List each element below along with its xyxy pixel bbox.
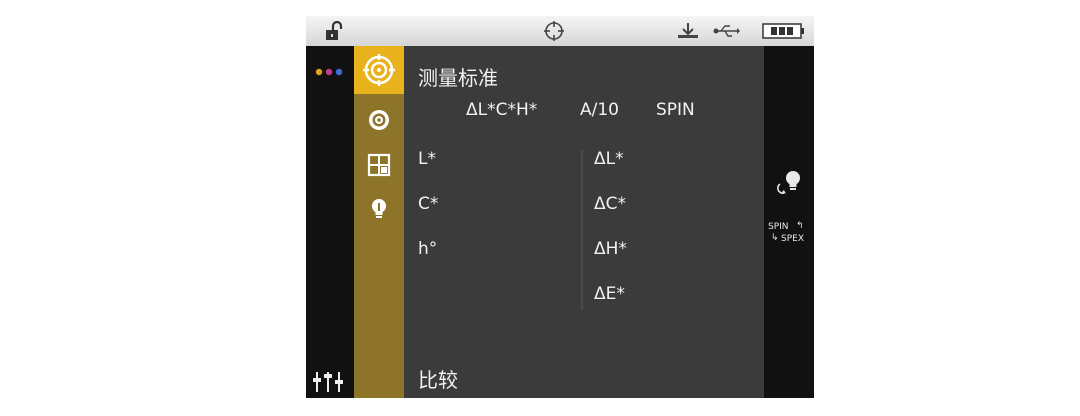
lightbulb-icon[interactable]	[367, 197, 391, 221]
column-divider	[581, 150, 583, 310]
sliders-icon[interactable]	[312, 370, 346, 394]
color-scale-label: ΔL*C*H*	[466, 100, 538, 120]
value-label-c: C*	[418, 194, 439, 214]
target-icon	[544, 21, 564, 41]
spin-arrow: ↰	[796, 221, 804, 231]
unlock-icon	[326, 21, 343, 40]
device-screen: 测量标准 ΔL*C*H* A/10 SPIN L* C* h° ΔL* ΔC* …	[306, 16, 814, 398]
spin-spex-toggle-icon[interactable]: SPIN ↰ ↳ SPEX	[768, 221, 812, 248]
delta-label-l: ΔL*	[594, 149, 624, 169]
right-sidebar: SPIN ↰ ↳ SPEX	[764, 46, 814, 398]
delta-label-h: ΔH*	[594, 239, 627, 259]
usb-icon	[713, 25, 740, 37]
tab-measure-standard[interactable]	[354, 46, 404, 94]
circle-target-icon[interactable]	[367, 108, 391, 132]
delta-label-c: ΔC*	[594, 194, 626, 214]
lightbulb-rotate-icon[interactable]	[776, 168, 804, 198]
tab-column	[354, 46, 404, 398]
status-bar	[306, 16, 814, 47]
battery-icon	[762, 23, 804, 39]
spex-label: SPEX	[781, 234, 804, 244]
page-title: 测量标准	[418, 66, 498, 90]
target-icon	[363, 54, 395, 86]
dots-menu-icon[interactable]	[314, 66, 346, 78]
mode-label: SPIN	[656, 100, 695, 120]
illuminant-label: A/10	[580, 100, 619, 120]
spex-arrow: ↳	[771, 233, 779, 243]
value-label-l: L*	[418, 149, 436, 169]
main-panel: 测量标准 ΔL*C*H* A/10 SPIN L* C* h° ΔL* ΔC* …	[404, 46, 764, 398]
download-icon	[678, 23, 698, 38]
grid-icon[interactable]	[367, 153, 391, 177]
compare-label: 比较	[418, 368, 458, 392]
spin-label: SPIN	[768, 222, 789, 232]
left-sidebar	[306, 46, 354, 398]
delta-label-e: ΔE*	[594, 284, 625, 304]
value-label-h: h°	[418, 239, 438, 259]
